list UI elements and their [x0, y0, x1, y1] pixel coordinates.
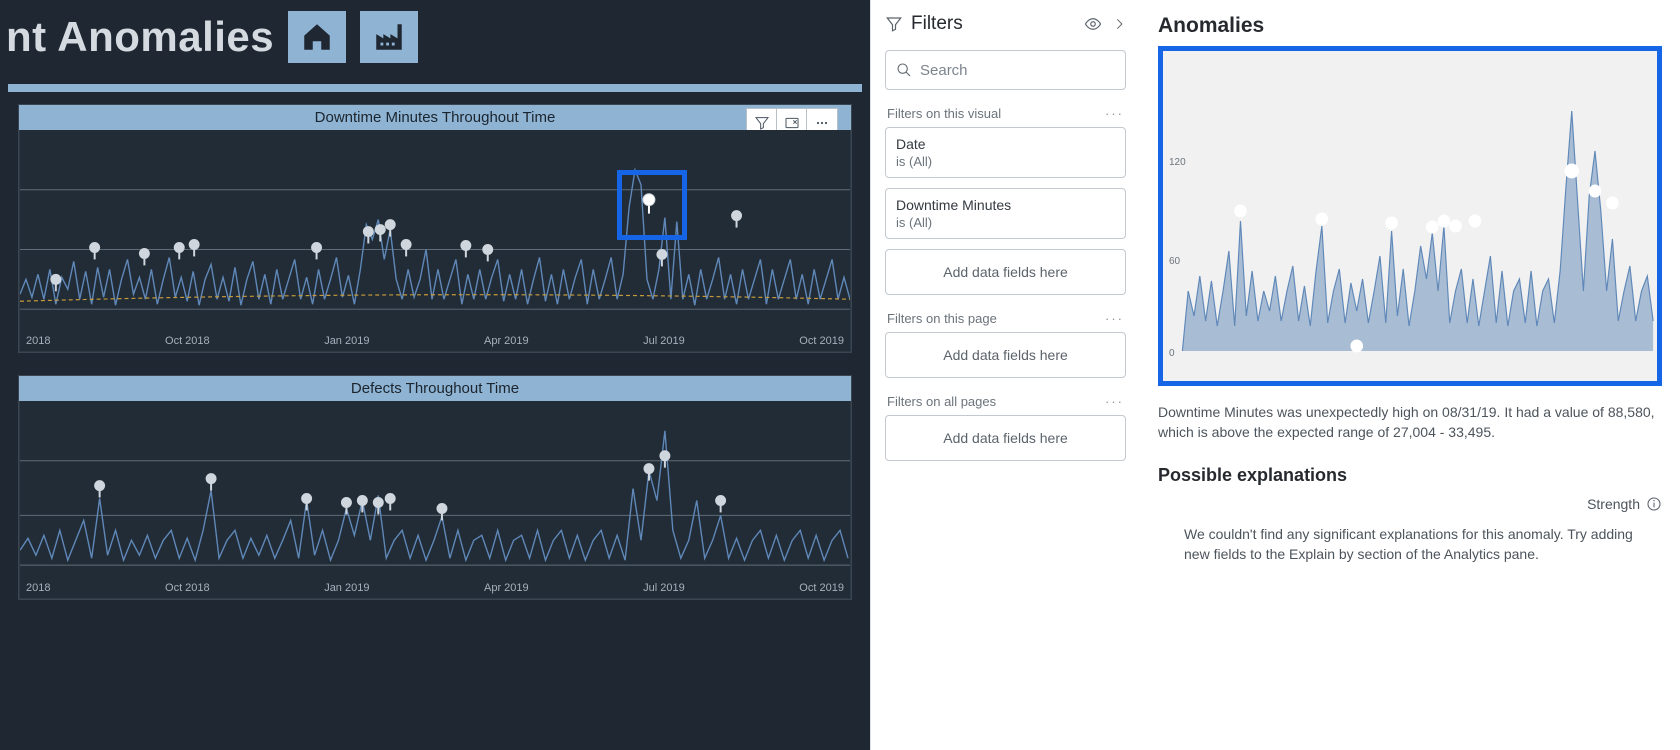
chart-title: Downtime Minutes Throughout Time	[19, 105, 851, 130]
funnel-icon	[754, 115, 770, 131]
downtime-chart-area[interactable]: 2018 Oct 2018 Jan 2019 Apr 2019 Jul 2019…	[19, 130, 851, 352]
filter-card-downtime[interactable]: Downtime Minutes is (All)	[885, 188, 1126, 239]
xtick: Jan 2019	[324, 335, 369, 347]
selected-anomaly-highlight	[617, 170, 687, 240]
dashboard-canvas: nt Anomalies Downtime Minutes Throughout…	[0, 0, 870, 750]
filter-value: is (All)	[896, 215, 1115, 230]
add-fields-page[interactable]: Add data fields here	[885, 332, 1126, 378]
filters-header: Filters	[885, 0, 1126, 48]
header-divider	[8, 84, 862, 92]
x-axis-ticks: 2018 Oct 2018 Jan 2019 Apr 2019 Jul 2019…	[20, 335, 850, 347]
nav-home-button[interactable]	[288, 11, 346, 63]
possible-explanations-title: Possible explanations	[1158, 465, 1662, 486]
filter-name: Date	[896, 136, 1115, 152]
xtick: Jul 2019	[643, 582, 685, 594]
downtime-chart-card[interactable]: Downtime Minutes Throughout Time	[18, 104, 852, 353]
xtick: Jul 2019	[643, 335, 685, 347]
section-more-icon[interactable]: ···	[1105, 394, 1124, 409]
filters-search-input[interactable]: Search	[885, 50, 1126, 90]
xtick: Apr 2019	[484, 582, 529, 594]
add-fields-all[interactable]: Add data fields here	[885, 415, 1126, 461]
factory-icon	[372, 20, 406, 54]
info-icon[interactable]	[1646, 496, 1662, 512]
chevron-right-icon[interactable]	[1112, 17, 1126, 31]
eye-icon[interactable]	[1084, 15, 1102, 33]
strength-header: Strength	[1158, 496, 1662, 512]
filter-name: Downtime Minutes	[896, 197, 1115, 213]
anomalies-mini-chart[interactable]: 120 60 0	[1158, 46, 1662, 386]
filters-on-all-section: Filters on all pages ··· Add data fields …	[885, 394, 1126, 461]
anomaly-description: Downtime Minutes was unexpectedly high o…	[1158, 402, 1662, 443]
more-icon	[814, 115, 830, 131]
add-fields-visual[interactable]: Add data fields here	[885, 249, 1126, 295]
home-icon	[300, 20, 334, 54]
xtick: Jan 2019	[324, 582, 369, 594]
section-more-icon[interactable]: ···	[1105, 311, 1124, 326]
x-axis-ticks: 2018 Oct 2018 Jan 2019 Apr 2019 Jul 2019…	[20, 582, 850, 594]
filter-card-date[interactable]: Date is (All)	[885, 127, 1126, 178]
xtick: Oct 2019	[799, 335, 844, 347]
dashboard-header: nt Anomalies	[0, 0, 870, 74]
xtick: 2018	[26, 335, 50, 347]
nav-factory-button[interactable]	[360, 11, 418, 63]
search-icon	[896, 62, 912, 78]
anomalies-title: Anomalies	[1158, 14, 1662, 38]
downtime-chart-svg	[20, 130, 850, 351]
filters-on-page-section: Filters on this page ··· Add data fields …	[885, 311, 1126, 378]
filters-on-visual-section: Filters on this visual··· Date is (All) …	[885, 106, 1126, 295]
defects-chart-area[interactable]: 2018 Oct 2018 Jan 2019 Apr 2019 Jul 2019…	[19, 401, 851, 599]
xtick: 2018	[26, 582, 50, 594]
filters-title: Filters	[911, 13, 1084, 35]
anomalies-mini-svg	[1163, 51, 1657, 381]
focus-mode-icon	[784, 115, 800, 131]
section-label: Filters on this page	[887, 311, 997, 326]
xtick: Oct 2018	[165, 582, 210, 594]
xtick: Oct 2018	[165, 335, 210, 347]
filter-value: is (All)	[896, 154, 1115, 169]
chart-title: Defects Throughout Time	[19, 376, 851, 401]
xtick: Oct 2019	[799, 582, 844, 594]
defects-chart-card[interactable]: Defects Throughout Time 2018	[18, 375, 852, 600]
anomalies-pane: Anomalies 120 60 0 Downtime Minutes was …	[1140, 0, 1680, 750]
defects-chart-svg	[20, 401, 850, 598]
funnel-icon	[885, 15, 903, 33]
section-more-icon[interactable]: ···	[1105, 106, 1124, 121]
filters-pane: Filters Search Filters on this visual ···…	[870, 0, 1140, 750]
strength-label: Strength	[1587, 496, 1640, 512]
explanation-text: We couldn't find any significant explana…	[1158, 524, 1662, 565]
section-label: Filters on this visual	[887, 106, 1001, 121]
search-placeholder: Search	[920, 62, 968, 79]
section-label: Filters on all pages	[887, 394, 996, 409]
xtick: Apr 2019	[484, 335, 529, 347]
report-title: nt Anomalies	[0, 13, 274, 61]
